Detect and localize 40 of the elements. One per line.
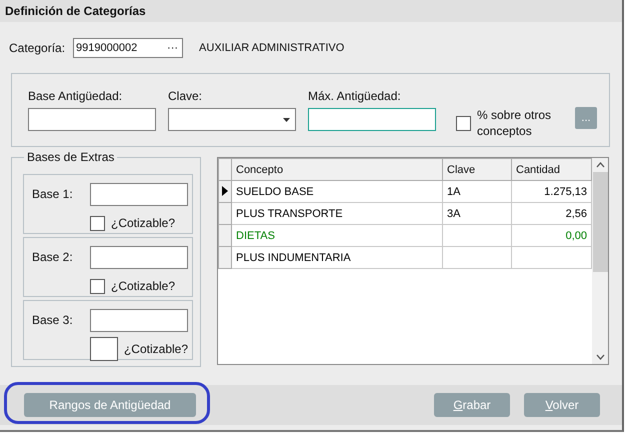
table-cell: PLUS INDUMENTARIA (232, 246, 442, 268)
field-label: Máx. Antigüedad: (308, 89, 402, 103)
table-cell: 1A (442, 180, 512, 202)
field-label: Base 2: (32, 250, 74, 264)
dropdown[interactable] (168, 108, 296, 131)
field-label: Base 1: (32, 187, 74, 201)
row-header[interactable] (218, 180, 232, 202)
checkbox-label: ¿Cotizable? (111, 279, 176, 293)
checkbox[interactable] (90, 278, 105, 294)
checkbox[interactable] (456, 116, 471, 130)
window-title: Definición de Categorías (0, 0, 622, 22)
checkbox[interactable] (90, 216, 105, 230)
category-field[interactable]: 9919000002 ··· (73, 38, 184, 58)
column-header[interactable]: Clave (442, 158, 512, 180)
caret-icon (283, 118, 290, 122)
group-title: Bases de Extras (24, 150, 118, 164)
row-pointer-icon (222, 186, 228, 196)
field-label: Base 3: (32, 313, 74, 327)
checkbox-label: ¿Cotizable? (124, 342, 188, 356)
table-cell (442, 246, 512, 268)
column-header[interactable]: Concepto (232, 158, 442, 180)
table-cell (442, 224, 512, 246)
input-field[interactable] (308, 108, 436, 131)
table-cell: SUELDO BASE (232, 180, 442, 202)
table-cell: PLUS TRANSPORTE (232, 202, 442, 224)
input-field[interactable] (90, 182, 188, 206)
input-field[interactable] (28, 108, 156, 131)
checkbox-label: ¿Cotizable? (111, 216, 176, 230)
table-cell: 3A (442, 202, 512, 224)
input-field[interactable] (90, 308, 188, 332)
column-header[interactable]: Cantidad (512, 158, 592, 180)
scrollbar[interactable] (592, 158, 608, 364)
input-field[interactable] (90, 246, 188, 268)
field-label: Categoría: (9, 41, 66, 55)
field-label: Base Antigüedad: (28, 89, 124, 103)
table-cell: DIETAS (232, 224, 442, 246)
field-label: Clave: (168, 89, 204, 103)
category-description: AUXILIAR ADMINISTRATIVO (199, 42, 344, 54)
checkbox-label: % sobre otros conceptos (477, 107, 552, 139)
checkbox[interactable] (90, 337, 118, 361)
